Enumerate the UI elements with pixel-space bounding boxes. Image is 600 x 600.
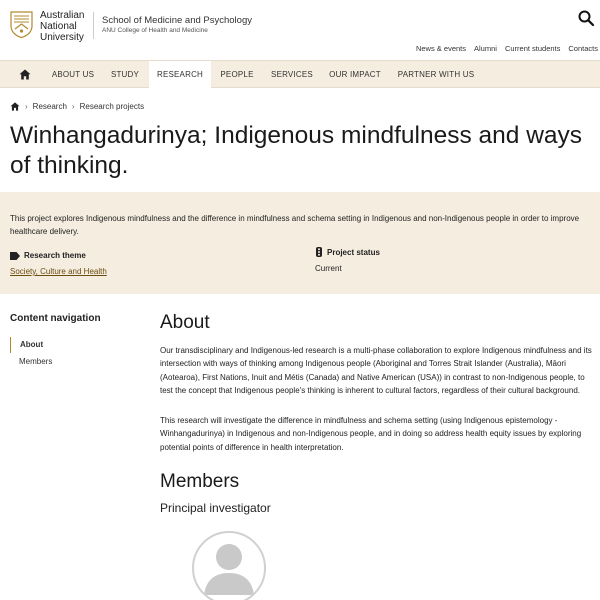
members-heading: Members	[160, 471, 240, 492]
content-nav-members[interactable]: Members	[10, 355, 140, 369]
logo-line: University	[40, 32, 84, 43]
about-paragraph: This research will investigate the diffe…	[160, 416, 582, 452]
research-theme-link[interactable]: Society, Culture and Health	[10, 267, 107, 276]
research-theme-label: Research theme	[10, 251, 86, 260]
main-nav: ABOUT US STUDY RESEARCH PEOPLE SERVICES …	[0, 60, 600, 88]
research-theme-label-text: Research theme	[24, 251, 86, 260]
utility-link-current-students[interactable]: Current students	[505, 44, 560, 53]
project-status-label-text: Project status	[327, 247, 380, 257]
utility-link-news[interactable]: News & events	[416, 44, 466, 53]
nav-item-partner-with-us[interactable]: PARTNER WITH US	[390, 61, 482, 88]
project-status-label: Project status	[315, 247, 380, 257]
nav-item-services[interactable]: SERVICES	[263, 61, 321, 88]
logo-wordmark[interactable]: Australian National University	[40, 10, 84, 43]
chevron-right-icon: ›	[71, 102, 75, 111]
home-icon[interactable]	[10, 102, 20, 111]
breadcrumb-research-projects[interactable]: Research projects	[80, 102, 144, 111]
utility-link-alumni[interactable]: Alumni	[474, 44, 497, 53]
page-title: Winhangadurinya; Indigenous mindfulness …	[10, 122, 583, 179]
logo-line: National	[40, 21, 77, 32]
principal-investigator-heading: Principal investigator	[160, 501, 271, 515]
anu-crest-icon[interactable]	[10, 11, 33, 38]
search-icon[interactable]	[577, 9, 595, 27]
content-nav-title: Content navigation	[10, 313, 101, 324]
logo-divider	[93, 12, 94, 39]
college-name[interactable]: ANU College of Health and Medicine	[102, 27, 208, 34]
project-status-value: Current	[315, 264, 342, 273]
breadcrumb-research[interactable]: Research	[33, 102, 67, 111]
summary-text: This project explores Indigenous mindful…	[10, 214, 580, 236]
tag-icon	[10, 251, 20, 260]
avatar[interactable]	[192, 531, 266, 600]
nav-item-about-us[interactable]: ABOUT US	[44, 61, 102, 88]
project-summary: This project explores Indigenous mindful…	[0, 192, 600, 294]
chevron-right-icon: ›	[25, 102, 28, 111]
nav-item-research[interactable]: RESEARCH	[149, 61, 211, 88]
about-paragraph: Our transdisciplinary and Indigenous-led…	[160, 346, 592, 396]
user-placeholder-icon	[204, 544, 254, 595]
utility-link-contacts[interactable]: Contacts	[568, 44, 598, 53]
about-heading: About	[160, 312, 210, 333]
breadcrumb: › Research › Research projects	[10, 102, 144, 111]
logo-line: Australian	[40, 10, 85, 21]
nav-item-study[interactable]: STUDY	[102, 61, 148, 88]
site-header: Australian National University School of…	[0, 0, 600, 60]
nav-item-people[interactable]: PEOPLE	[212, 61, 262, 88]
home-icon	[19, 69, 31, 80]
traffic-light-icon	[316, 247, 322, 257]
school-name[interactable]: School of Medicine and Psychology	[102, 15, 252, 26]
content-nav-about[interactable]: About	[10, 337, 140, 353]
nav-item-our-impact[interactable]: OUR IMPACT	[322, 61, 388, 88]
utility-nav: News & events Alumni Current students Co…	[416, 44, 598, 53]
nav-home-button[interactable]	[10, 61, 40, 88]
